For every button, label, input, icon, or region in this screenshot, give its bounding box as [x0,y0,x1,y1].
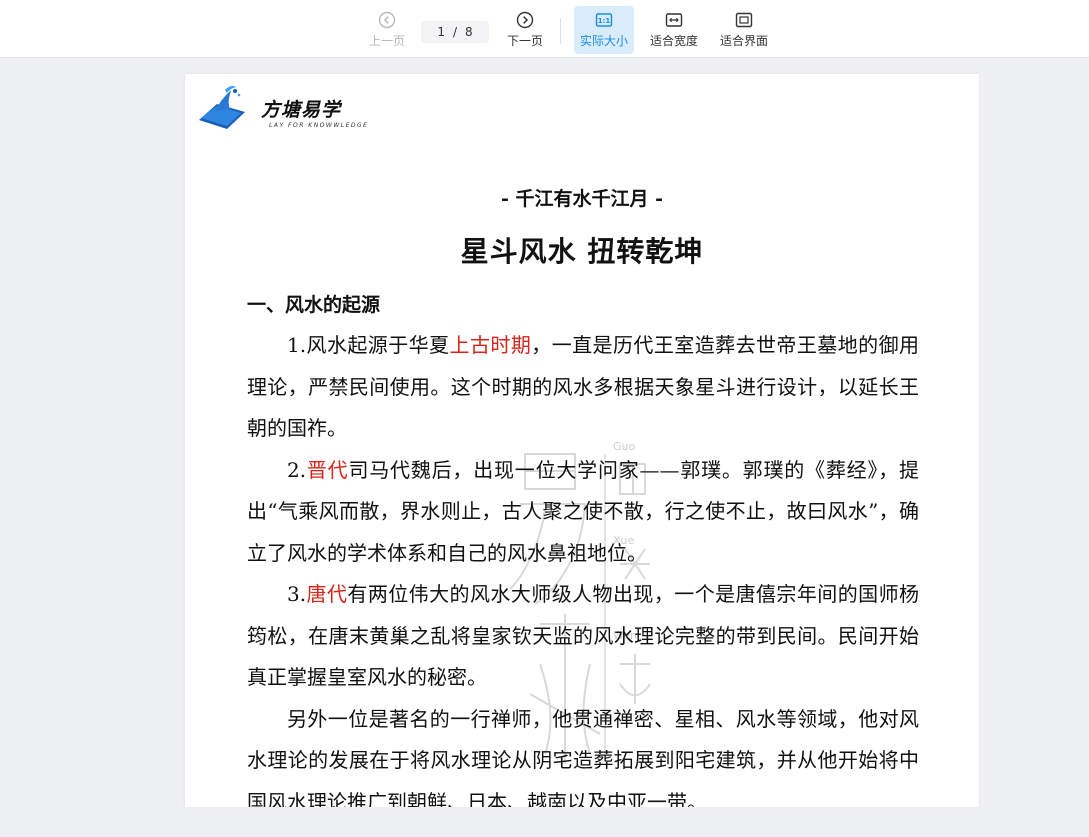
brand-logo: 方塘易学 LAY FOR KNOWWLEDGE [195,82,367,132]
page-separator: / [452,25,458,39]
paragraph-3-rest: 有两位伟大的风水大师级人物出现，一个是唐僖宗年间的国师杨筠松，在唐末黄巢之乱将皇… [247,582,920,689]
actual-size-button[interactable]: 1:1 实际大小 [574,6,634,54]
paragraph-1: 1.风水起源于华夏上古时期，一直是历代王室造葬去世帝王墓地的御用理论，严禁民间使… [247,325,919,450]
fit-width-button[interactable]: 适合宽度 [644,6,704,54]
toolbar-divider [560,18,561,44]
page-indicator[interactable]: 1 / 8 [421,21,489,43]
document-title: 星斗风水 扭转乾坤 [460,235,704,268]
section-heading: 一、风水的起源 [247,294,381,316]
next-page-label: 下一页 [506,34,543,48]
actual-size-icon: 1:1 [595,11,613,29]
highlight-jin-dynasty: 晋代 [306,457,349,482]
page-current: 1 [437,25,445,39]
fit-page-label: 适合界面 [719,34,768,48]
paragraph-2-rest: 司马代魏后，出现一位大学问家——郭璞。郭璞的《葬经》，提出“气乘风而散，界水则止… [247,457,920,565]
paragraph-3-start: 3. [287,582,307,606]
next-page-button[interactable]: 下一页 [502,6,548,54]
paragraph-4: 另外一位是著名的一行禅师，他贯通禅密、星相、风水等领域，他对风水理论的发展在于将… [247,706,919,814]
chevron-right-circle-icon [516,11,534,29]
highlight-tang-dynasty: 唐代 [306,582,348,606]
highlight-ancient-era: 上古时期 [449,333,532,357]
book-logo-icon [199,86,245,129]
viewer-toolbar: 上一页 1 / 8 下一页 1:1 实际大小 适合宽度 适合界面 [0,0,1089,58]
logo-tagline: LAY FOR KNOWWLEDGE [269,122,369,129]
prev-page-button[interactable]: 上一页 [364,6,410,54]
logo-name: 方塘易学 [261,99,342,121]
paragraph-1-start: 1.风水起源于华夏 [287,333,450,357]
fit-page-button[interactable]: 适合界面 [714,6,774,54]
prev-page-label: 上一页 [368,34,405,48]
paragraph-2: 2.晋代司马代魏后，出现一位大学问家——郭璞。郭璞的《葬经》，提出“气乘风而散，… [247,450,919,575]
body-text: 1.风水起源于华夏上古时期，一直是历代王室造葬去世帝王墓地的御用理论，严禁民间使… [247,325,919,823]
paragraph-3: 3.唐代有两位伟大的风水大师级人物出现，一个是唐僖宗年间的国师杨筠松，在唐末黄巢… [247,574,919,699]
document-page: 方塘易学 LAY FOR KNOWWLEDGE - 千江有水千江月 - 星斗风水… [185,74,979,837]
document-subtitle: - 千江有水千江月 - [500,188,663,210]
fit-page-icon [735,11,753,29]
page-total: 8 [465,25,473,39]
actual-size-label: 实际大小 [579,34,628,48]
svg-text:1:1: 1:1 [598,17,611,25]
viewer-bottom-bar [0,807,1089,837]
chevron-left-circle-icon [378,11,396,29]
fit-width-icon [665,11,683,29]
fit-width-label: 适合宽度 [649,34,698,48]
paragraph-2-start: 2. [287,457,307,482]
